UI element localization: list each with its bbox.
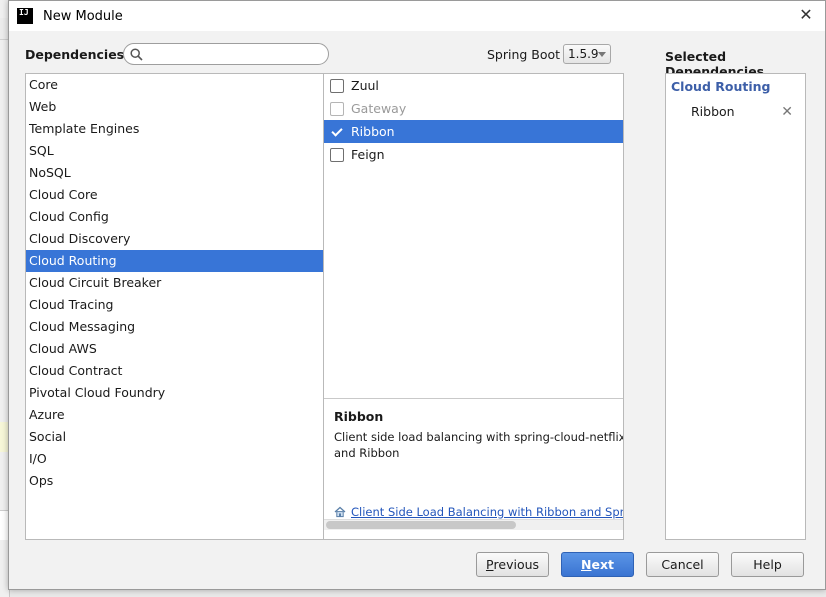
category-item[interactable]: Cloud AWS	[26, 338, 323, 360]
category-item[interactable]: Core	[26, 74, 323, 96]
category-item[interactable]: SQL	[26, 140, 323, 162]
scrollbar-thumb[interactable]	[326, 521, 516, 529]
category-item[interactable]: Cloud Circuit Breaker	[26, 272, 323, 294]
category-item[interactable]: Pivotal Cloud Foundry	[26, 382, 323, 404]
horizontal-scrollbar[interactable]	[324, 519, 623, 530]
guide-link[interactable]: Client Side Load Balancing with Ribbon a…	[351, 505, 623, 519]
spring-boot-label: Spring Boot	[487, 47, 561, 62]
intellij-app-icon: IJ	[17, 8, 33, 24]
category-item[interactable]: Azure	[26, 404, 323, 426]
window-title: New Module	[43, 8, 123, 24]
spring-boot-version-select[interactable]: 1.5.9	[563, 44, 611, 64]
selected-group-title: Cloud Routing	[671, 79, 771, 94]
category-item[interactable]: Cloud Tracing	[26, 294, 323, 316]
dependency-panel: Zuul Gateway Ribbon Feign Ribbon Client sid…	[324, 73, 624, 540]
search-input[interactable]	[147, 47, 317, 61]
category-list: Core Web Template Engines SQL NoSQL Cloud Cor…	[25, 73, 324, 540]
detail-title: Ribbon	[334, 409, 384, 424]
category-item[interactable]: Social	[26, 426, 323, 448]
search-box[interactable]	[123, 43, 329, 65]
checkbox-icon[interactable]	[330, 101, 344, 116]
category-item[interactable]: Web	[26, 96, 323, 118]
detail-description: Client side load balancing with spring-c…	[334, 430, 623, 460]
category-item[interactable]: Cloud Routing	[26, 250, 323, 272]
help-button[interactable]: Help	[731, 552, 804, 577]
category-item[interactable]: Cloud Config	[26, 206, 323, 228]
new-module-dialog: IJ New Module ✕ Dependencies Spring Boot…	[8, 0, 826, 590]
search-icon	[130, 47, 143, 61]
dependency-detail: Ribbon Client side load balancing with s…	[324, 398, 623, 530]
detail-link-row: Client Side Load Balancing with Ribbon a…	[334, 505, 623, 519]
dependency-item[interactable]: Gateway	[324, 97, 623, 120]
dependency-item[interactable]: Feign	[324, 143, 623, 166]
category-item[interactable]: Cloud Messaging	[26, 316, 323, 338]
category-item[interactable]: Template Engines	[26, 118, 323, 140]
category-item[interactable]: I/O	[26, 448, 323, 470]
previous-button[interactable]: Previous	[476, 552, 549, 577]
category-item[interactable]: NoSQL	[26, 162, 323, 184]
selected-dependencies-panel: Cloud Routing Ribbon ✕	[665, 73, 806, 540]
category-item[interactable]: Ops	[26, 470, 323, 492]
dependency-list: Zuul Gateway Ribbon Feign	[324, 74, 623, 166]
category-item[interactable]: Cloud Discovery	[26, 228, 323, 250]
category-item[interactable]: Cloud Core	[26, 184, 323, 206]
dependency-label: Feign	[351, 147, 385, 162]
remove-icon[interactable]: ✕	[781, 105, 793, 119]
category-item[interactable]: Cloud Contract	[26, 360, 323, 382]
dependency-label: Ribbon	[351, 124, 395, 139]
cancel-button[interactable]: Cancel	[646, 552, 719, 577]
title-bar: IJ New Module ✕	[9, 1, 825, 31]
dependencies-label: Dependencies	[25, 47, 125, 62]
home-icon	[334, 506, 346, 518]
dependency-label: Gateway	[351, 101, 407, 116]
checkbox-icon[interactable]	[330, 78, 344, 93]
checkbox-checked-icon[interactable]	[330, 125, 344, 139]
selected-item-label: Ribbon	[691, 104, 735, 119]
chevron-down-icon	[598, 52, 606, 57]
checkbox-icon[interactable]	[330, 147, 344, 162]
close-icon[interactable]: ✕	[797, 6, 815, 24]
spring-boot-version: 1.5.9	[568, 47, 599, 61]
next-button[interactable]: Next	[561, 552, 634, 577]
dependency-label: Zuul	[351, 78, 379, 93]
dependency-item[interactable]: Zuul	[324, 74, 623, 97]
dependency-item[interactable]: Ribbon	[324, 120, 623, 143]
